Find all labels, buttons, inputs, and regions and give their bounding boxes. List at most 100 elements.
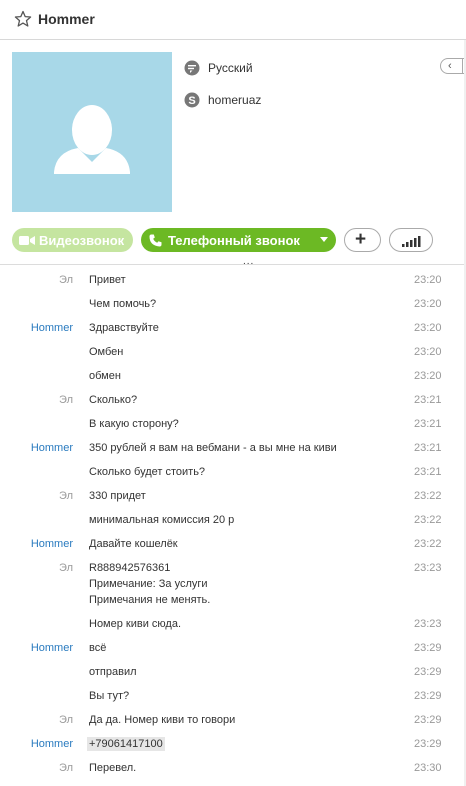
message-text: минимальная комиссия 20 р <box>89 514 235 526</box>
message-text: Омбен <box>89 346 124 358</box>
svg-text:S: S <box>188 95 195 107</box>
message-sender: Hommer <box>30 642 73 654</box>
message-text: Да да. Номер киви то говори <box>89 714 236 726</box>
message-sender: Эл <box>59 762 73 774</box>
chat-message[interactable]: Чем помочь? 23:20 <box>0 292 466 316</box>
message-sender: Hommer <box>30 442 73 454</box>
message-sender: Эл <box>59 714 73 726</box>
chat-message[interactable]: отправил 23:29 <box>0 660 466 684</box>
message-sender <box>0 368 73 384</box>
message-text: +79061417100 <box>87 736 389 752</box>
chevron-left-icon: ‹ <box>448 60 452 72</box>
chat-message[interactable]: В какую сторону? 23:21 <box>0 412 466 436</box>
video-call-button[interactable]: Видеозвонок <box>12 228 133 252</box>
default-avatar-icon <box>54 105 130 174</box>
message-sender <box>0 344 73 360</box>
message-sender: Эл <box>59 562 73 574</box>
chat-message[interactable]: Hommer Давайте кошелёк 23:22 <box>0 532 466 556</box>
message-time: 23:23 <box>414 618 442 630</box>
chat-history: Эл Привет 23:20 Чем помочь? 23:20 Hommer Здрав… <box>0 268 466 780</box>
skype-name-row: S homeruaz <box>184 90 261 110</box>
message-time: 23:20 <box>414 322 442 334</box>
header: Hommer <box>0 0 466 40</box>
chat-message[interactable]: Сколько будет стоить? 23:21 <box>0 460 466 484</box>
chat-message[interactable]: Эл 330 придет 23:22 <box>0 484 466 508</box>
message-time: 23:29 <box>414 690 442 702</box>
message-text: 350 рублей я вам на вебмани - а вы мне н… <box>89 442 337 454</box>
language-row: Русский <box>184 58 253 78</box>
phone-call-label: Телефонный звонок <box>168 232 300 248</box>
skype-name: homeruaz <box>208 93 262 107</box>
phone-icon <box>149 234 162 246</box>
chat-message[interactable]: Вы тут? 23:29 <box>0 684 466 708</box>
chat-message[interactable]: Hommer +79061417100 23:29 <box>0 732 466 756</box>
chat-message[interactable]: Эл Да да. Номер киви то говори 23:29 <box>0 708 466 732</box>
video-camera-icon <box>19 235 35 245</box>
message-sender <box>0 416 73 432</box>
chat-message[interactable]: Номер киви сюда. 23:23 <box>0 612 466 636</box>
chat-message[interactable]: минимальная комиссия 20 р 23:22 <box>0 508 466 532</box>
highlighted-text[interactable]: +79061417100 <box>87 737 165 751</box>
message-sender: Эл <box>59 490 73 502</box>
message-text: Давайте кошелёк <box>89 538 178 550</box>
chat-message[interactable]: обмен 23:20 <box>0 364 466 388</box>
chat-message[interactable]: Эл R888942576361 Примечание: За услуги Пр… <box>0 556 466 612</box>
call-quality-button[interactable] <box>389 228 433 252</box>
message-sender: Эл <box>59 274 73 286</box>
chat-message[interactable]: Hommer Здравствуйте 23:20 <box>0 316 466 340</box>
message-text: В какую сторону? <box>89 418 179 430</box>
message-time: 23:22 <box>414 538 442 550</box>
message-sender <box>0 664 73 680</box>
message-time: 23:20 <box>414 346 442 358</box>
message-text: Перевел. <box>89 762 137 774</box>
message-sender <box>0 616 73 632</box>
message-sender: Hommer <box>30 322 73 334</box>
message-sender <box>0 512 73 528</box>
video-call-label: Видеозвонок <box>39 232 125 248</box>
message-text: отправил <box>89 666 137 678</box>
message-time: 23:21 <box>414 394 442 406</box>
message-text: Сколько будет стоить? <box>89 466 206 478</box>
message-text: Здравствуйте <box>89 322 159 334</box>
skype-icon: S <box>184 92 200 108</box>
message-time: 23:22 <box>414 490 442 502</box>
message-time: 23:21 <box>414 442 442 454</box>
speech-bubble-icon <box>184 60 200 76</box>
message-text: обмен <box>89 370 121 382</box>
avatar <box>12 52 172 212</box>
chat-message[interactable]: Омбен 23:20 <box>0 340 466 364</box>
chevron-down-icon[interactable] <box>320 237 328 242</box>
message-text: Чем помочь? <box>89 298 157 310</box>
nav-separator <box>462 59 463 73</box>
message-time: 23:29 <box>414 642 442 654</box>
phone-call-button[interactable]: Телефонный звонок <box>141 228 336 252</box>
message-time: 23:30 <box>414 762 442 774</box>
message-sender: Hommer <box>30 538 73 550</box>
divider <box>0 264 466 265</box>
message-text: Сколько? <box>89 394 138 406</box>
message-time: 23:20 <box>414 298 442 310</box>
message-text: Привет <box>89 274 126 286</box>
chat-message[interactable]: Hommer 350 рублей я вам на вебмани - а вы… <box>0 436 466 460</box>
chat-message[interactable]: Hommer всё 23:29 <box>0 636 466 660</box>
message-time: 23:29 <box>414 666 442 678</box>
message-time: 23:21 <box>414 418 442 430</box>
message-time: 23:21 <box>414 466 442 478</box>
chat-message[interactable]: Эл Перевел. 23:30 <box>0 756 466 780</box>
plus-icon: + <box>355 229 367 250</box>
contact-name: Hommer <box>38 11 95 27</box>
message-sender: Эл <box>59 394 73 406</box>
chat-message[interactable]: Эл Привет 23:20 <box>0 268 466 292</box>
add-participant-button[interactable]: + <box>344 228 381 252</box>
signal-bars-icon <box>402 236 421 247</box>
message-sender <box>0 688 73 704</box>
message-sender <box>0 464 73 480</box>
message-time: 23:29 <box>414 738 442 750</box>
message-time: 23:20 <box>414 370 442 382</box>
message-text: 330 придет <box>89 490 146 502</box>
message-text: Вы тут? <box>89 690 130 702</box>
message-sender: Hommer <box>30 738 73 750</box>
chat-message[interactable]: Эл Сколько? 23:21 <box>0 388 466 412</box>
message-time: 23:23 <box>414 562 442 574</box>
star-icon[interactable] <box>14 10 32 28</box>
